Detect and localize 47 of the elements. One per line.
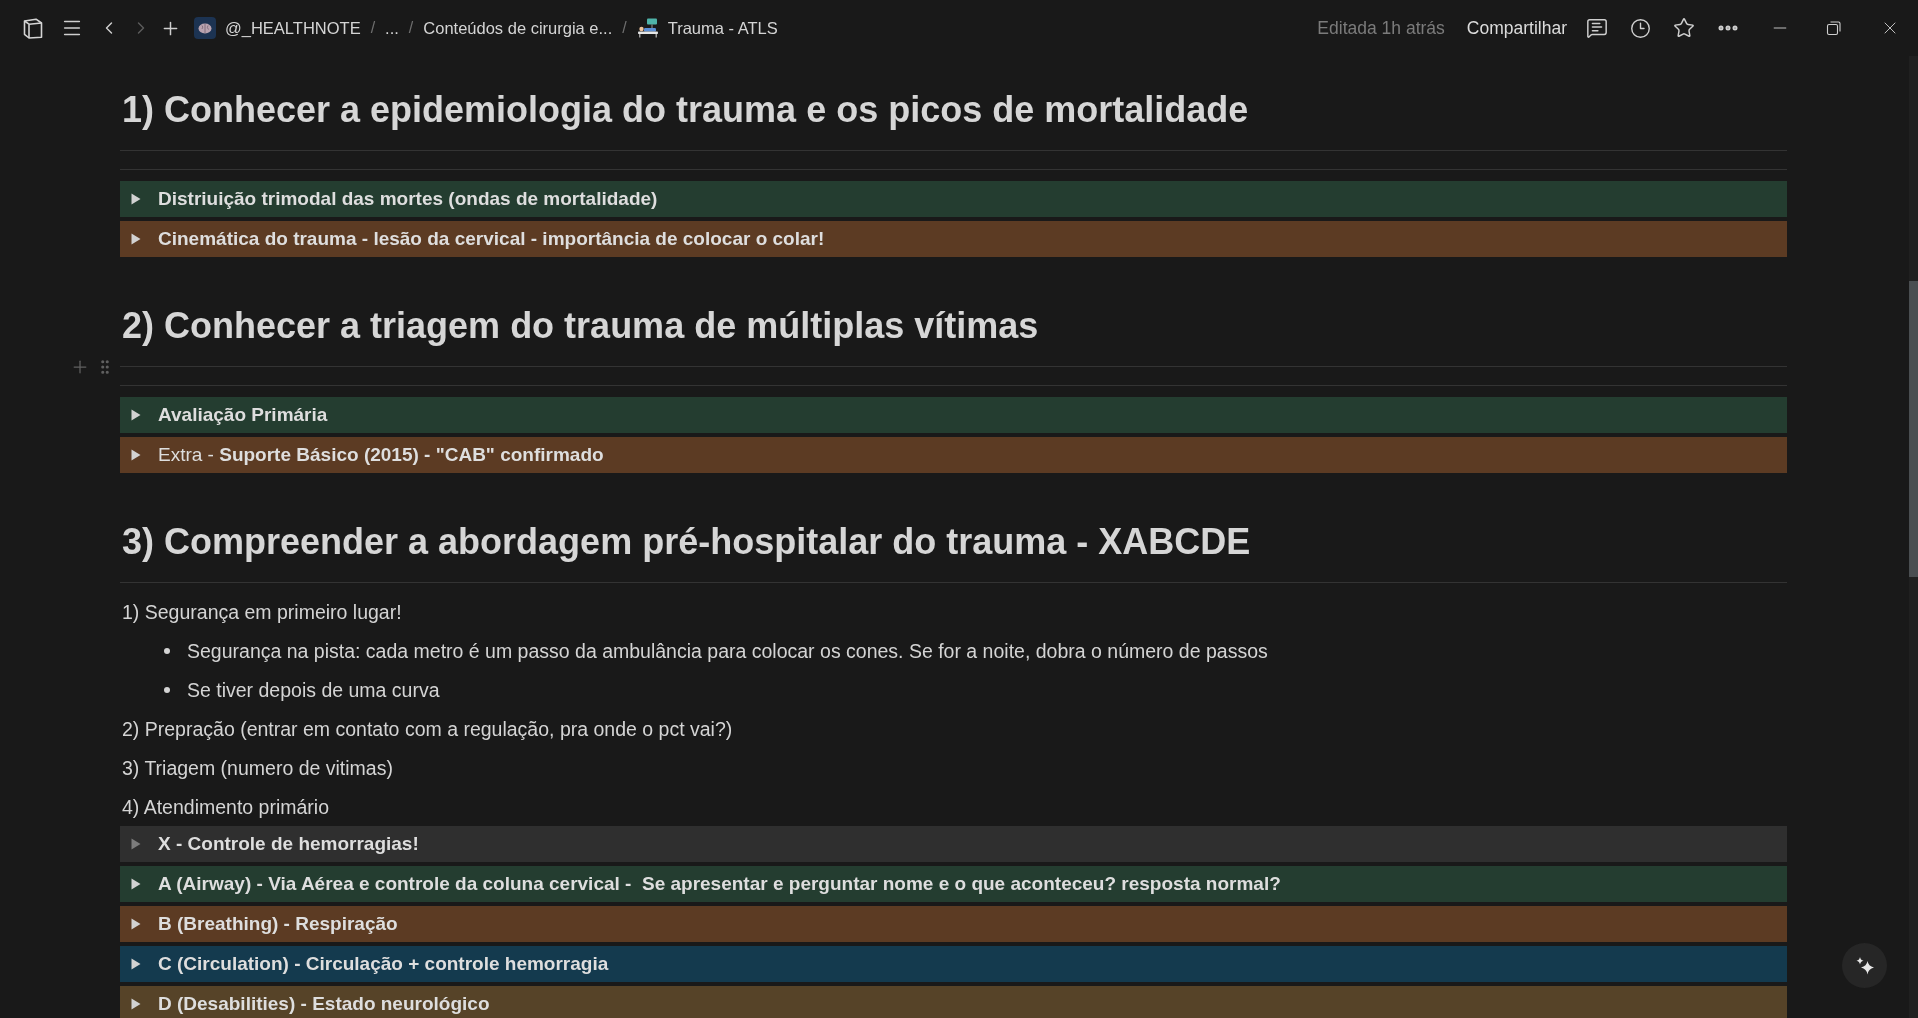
share-button[interactable]: Compartilhar xyxy=(1460,14,1573,42)
bullet-icon xyxy=(164,686,170,693)
triangle-icon[interactable] xyxy=(131,449,141,461)
brain-icon xyxy=(194,17,216,39)
section-heading: 3) Compreender a abordagem pré-hospitalar do trauma - XABCDE xyxy=(121,520,1252,564)
paragraph-text: 2) Prepração (entrar em contato com a regulação, pra onde o pct vai?) xyxy=(121,716,733,742)
bed-icon xyxy=(636,18,659,38)
breadcrumb-separator: / xyxy=(408,18,414,38)
breadcrumb-link[interactable]: Conteúdos de cirurgia e... xyxy=(423,14,613,42)
toggle-title: A (Airway) - Via Aérea e controle da coluna cervical - Se apresentar e perguntar nome e o que aconteceu? resposta normal? xyxy=(158,873,1281,895)
clock-icon[interactable] xyxy=(1630,17,1651,39)
section-heading: 1) Conhecer a epidemiologia do trauma e os picos de mortalidade xyxy=(121,88,1250,132)
toggle-title: Distriuição trimodal das mortes (ondas de mortalidade) xyxy=(158,188,658,210)
section-heading: 2) Conhecer a triagem do trauma de múltiplas vítimas xyxy=(121,304,1040,348)
list-item-text: Segurança na pista: cada metro é um passo da ambulância para colocar os cones. Se for a noite, dobra o número de passos xyxy=(187,638,1268,664)
breadcrumb-separator: / xyxy=(370,18,376,38)
toggle-title: Extra - Suporte Básico (2015) - "CAB" confirmado xyxy=(158,444,604,466)
scrollbar-thumb[interactable] xyxy=(1909,281,1918,577)
sparkle-button[interactable] xyxy=(1842,943,1887,988)
paragraph-text: 1) Segurança em primeiro lugar! xyxy=(121,599,402,625)
bullet-icon xyxy=(164,647,170,654)
list-item-text: Se tiver depois de uma curva xyxy=(187,677,440,703)
triangle-icon[interactable] xyxy=(131,838,141,850)
breadcrumb-link[interactable]: @_HEALTHNOTE xyxy=(194,14,361,42)
restore-icon[interactable] xyxy=(1826,20,1842,36)
toggle-title: Cinemática do trauma - lesão da cervical - importância de colocar o colar! xyxy=(158,228,825,250)
star-icon[interactable] xyxy=(1673,17,1695,39)
triangle-icon[interactable] xyxy=(131,409,141,421)
triangle-icon[interactable] xyxy=(131,998,141,1010)
edited-time-label: Editada 1h atrás xyxy=(1317,16,1445,40)
comment-icon[interactable] xyxy=(1586,17,1608,39)
paragraph-text: 3) Triagem (numero de vitimas) xyxy=(121,755,393,781)
paragraph-text: 4) Atendimento primário xyxy=(121,794,330,820)
toggle-title: D (Desabilities) - Estado neurológico xyxy=(158,993,490,1015)
breadcrumb-separator: / xyxy=(622,18,627,38)
breadcrumb-link[interactable]: Trauma - ATLS xyxy=(636,14,778,42)
triangle-icon[interactable] xyxy=(131,958,141,970)
toggle-title: X - Controle de hemorragias! xyxy=(158,833,419,855)
triangle-icon[interactable] xyxy=(131,918,141,930)
cube-icon xyxy=(23,17,43,39)
toggle-title: B (Breathing) - Respiração xyxy=(158,913,398,935)
triangle-icon[interactable] xyxy=(131,878,141,890)
toggle-title: Avaliação Primária xyxy=(158,404,328,426)
breadcrumb-link[interactable]: ... xyxy=(385,14,399,42)
triangle-icon[interactable] xyxy=(131,193,141,205)
triangle-icon[interactable] xyxy=(131,233,141,245)
toggle-title: C (Circulation) - Circulação + controle hemorragia xyxy=(158,953,609,975)
